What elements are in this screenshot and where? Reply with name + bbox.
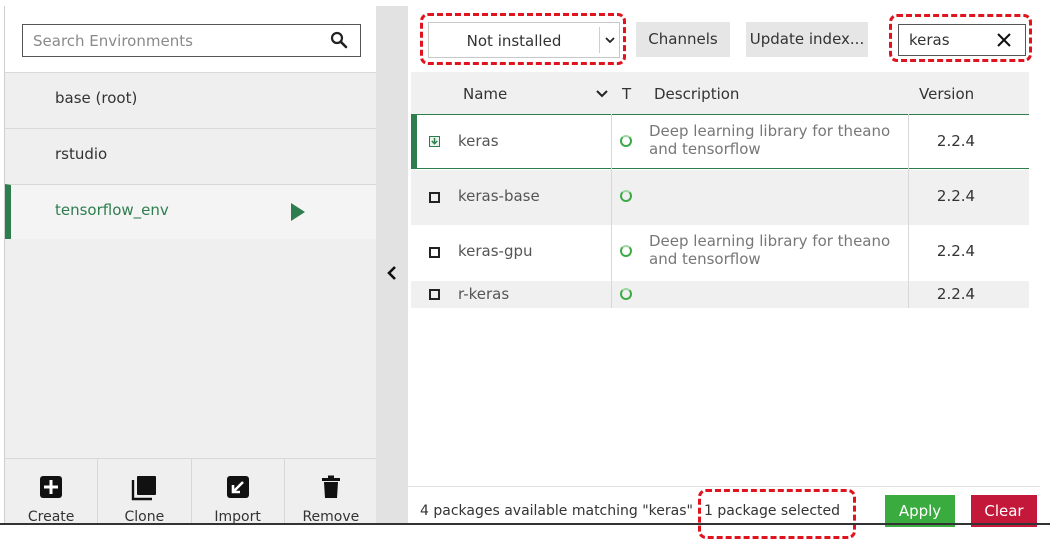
table-header: Name T Description Version (411, 72, 1029, 114)
table-row[interactable]: keras-gpu Deep learning library for thea… (411, 225, 1029, 281)
row-checkbox[interactable] (429, 289, 440, 300)
import-icon (226, 476, 249, 498)
header-name[interactable]: Name (463, 85, 507, 103)
environment-label: rstudio (55, 145, 108, 163)
column-divider (908, 114, 909, 308)
status-circle-icon (620, 190, 632, 202)
package-version: 2.2.4 (936, 187, 976, 205)
environment-label: tensorflow_env (55, 201, 169, 219)
environment-label: base (root) (55, 89, 138, 107)
packages-toolbar: Not installed Channels Update index... (408, 6, 1040, 72)
header-type[interactable]: T (622, 85, 631, 103)
selected-count-text: 1 package selected (704, 503, 841, 519)
play-icon[interactable] (291, 203, 305, 221)
package-name: keras-gpu (458, 242, 533, 260)
update-index-button[interactable]: Update index... (746, 22, 868, 57)
package-search-box[interactable] (898, 24, 1026, 56)
package-search-input[interactable] (899, 25, 995, 55)
chevron-left-icon[interactable] (385, 264, 399, 282)
environment-search-area (5, 6, 377, 72)
package-count-text: 4 packages available matching "keras" (420, 503, 693, 519)
environment-item-tensorflow-env[interactable]: tensorflow_env (5, 184, 377, 239)
packages-table: Name T Description Version keras Deep le… (411, 72, 1029, 312)
channels-button[interactable]: Channels (636, 22, 730, 57)
package-description: Deep learning library for theano and ten… (649, 122, 891, 158)
row-checkbox-marked-install[interactable] (429, 136, 440, 147)
trash-icon (321, 475, 340, 498)
package-name: keras (458, 132, 499, 150)
status-circle-icon (620, 245, 632, 257)
bottom-border (0, 523, 1050, 525)
package-version: 2.2.4 (936, 132, 976, 150)
import-button[interactable]: Import (192, 459, 285, 525)
row-checkbox[interactable] (429, 247, 440, 258)
clone-button[interactable]: Clone (98, 459, 192, 525)
column-divider (611, 114, 612, 308)
plus-square-icon (40, 476, 63, 498)
table-row[interactable]: keras-base 2.2.4 (411, 170, 1029, 225)
filter-selected-value: Not installed (466, 32, 562, 50)
clone-icon (132, 476, 157, 501)
close-icon[interactable] (997, 33, 1011, 47)
table-row[interactable]: keras Deep learning library for theano a… (411, 114, 1029, 169)
environment-item-rstudio[interactable]: rstudio (5, 128, 377, 183)
packages-pane: Not installed Channels Update index... N… (408, 6, 1040, 527)
environments-pane: base (root) rstudio tensorflow_env Creat… (4, 6, 377, 525)
row-checkbox[interactable] (429, 192, 440, 203)
environment-actions: Create Clone Import Remove (5, 458, 377, 525)
package-description: Deep learning library for theano and ten… (649, 232, 891, 268)
package-version: 2.2.4 (936, 285, 976, 303)
download-arrow-icon (431, 137, 438, 145)
status-bar: 4 packages available matching "keras" 1 … (408, 486, 1040, 527)
create-button[interactable]: Create (5, 459, 99, 525)
table-row[interactable]: r-keras 2.2.4 (411, 281, 1029, 308)
status-circle-icon (620, 288, 632, 300)
package-name: keras-base (458, 187, 540, 205)
package-name: r-keras (458, 285, 510, 303)
header-version[interactable]: Version (919, 85, 974, 103)
select-separator (599, 27, 600, 53)
environment-search-box[interactable] (22, 24, 361, 57)
sort-chevron-down-icon[interactable] (596, 90, 608, 98)
environment-item-base[interactable]: base (root) (5, 72, 377, 127)
package-version: 2.2.4 (936, 242, 976, 260)
remove-button[interactable]: Remove (285, 459, 377, 525)
pane-divider[interactable] (376, 6, 408, 524)
chevron-down-icon[interactable] (604, 35, 616, 45)
package-filter-select[interactable]: Not installed (428, 22, 620, 58)
header-description[interactable]: Description (654, 85, 739, 103)
environment-search-input[interactable] (23, 25, 323, 56)
search-icon[interactable] (330, 31, 348, 49)
status-circle-icon (620, 135, 632, 147)
